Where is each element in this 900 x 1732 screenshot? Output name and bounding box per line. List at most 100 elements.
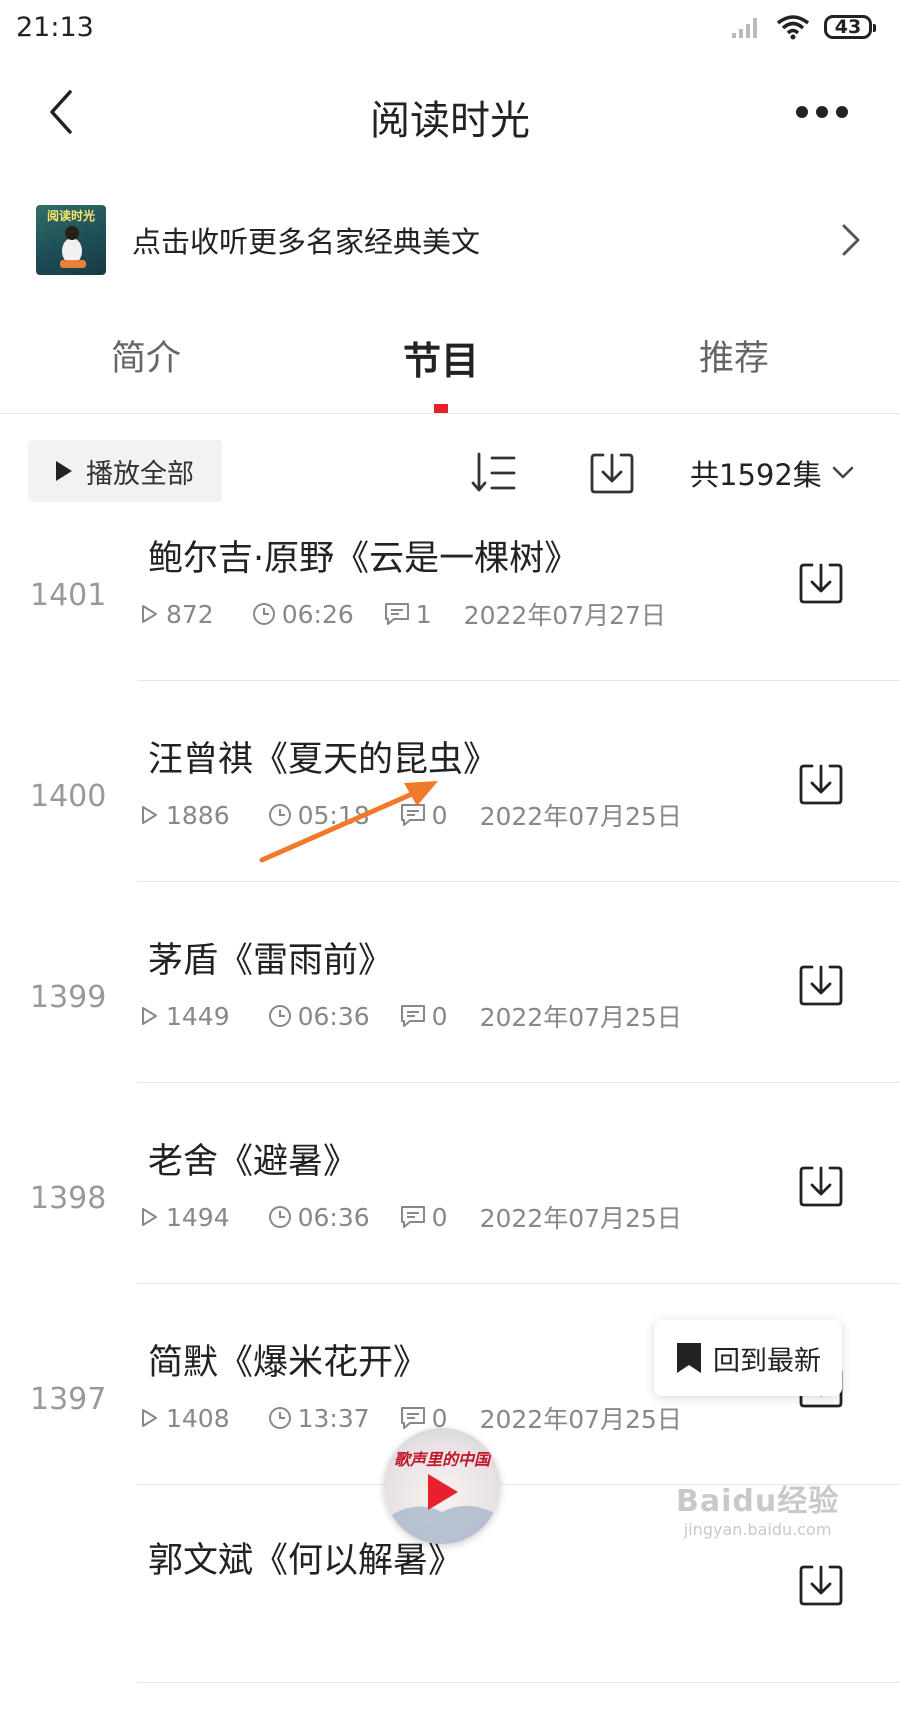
status-time: 21:13 xyxy=(16,12,94,43)
status-icons: 43 xyxy=(730,14,876,40)
tab-divider xyxy=(0,413,900,414)
download-icon[interactable] xyxy=(797,560,845,606)
comment-count: 0 xyxy=(400,801,448,830)
episode-row[interactable]: 1398 老舍《避暑》 1494 06:36 0 2022年07月25日 xyxy=(0,1133,900,1333)
banner-text: 点击收听更多名家经典美文 xyxy=(132,225,481,259)
play-count: 872 xyxy=(138,600,214,629)
publish-date: 2022年07月27日 xyxy=(463,601,666,630)
duration: 06:36 xyxy=(268,1203,370,1232)
more-classics-banner[interactable]: 阅读时光 点击收听更多名家经典美文 xyxy=(36,205,866,275)
play-count-icon xyxy=(142,1208,157,1226)
watermark-main: Baidu经验 xyxy=(676,1484,840,1519)
comment-icon xyxy=(400,804,425,826)
episode-title: 茅盾《雷雨前》 xyxy=(148,941,394,981)
more-options-icon[interactable] xyxy=(796,106,848,118)
play-count-value: 1408 xyxy=(166,1403,230,1433)
play-all-label: 播放全部 xyxy=(86,458,194,490)
episode-number: 1401 xyxy=(30,578,107,613)
episode-meta: 872 06:26 1 2022年07月27日 xyxy=(138,596,666,632)
row-divider xyxy=(137,1082,900,1083)
comment-count-value: 0 xyxy=(431,1202,448,1232)
play-count-icon xyxy=(142,1409,157,1427)
tab-intro[interactable]: 简介 xyxy=(111,330,181,381)
download-icon[interactable] xyxy=(797,761,845,807)
episode-title: 汪曾祺《夏天的昆虫》 xyxy=(148,740,499,780)
download-icon[interactable] xyxy=(797,1562,845,1608)
episode-count: 共1592集 xyxy=(690,458,822,492)
row-divider xyxy=(137,680,900,681)
play-count: 1886 xyxy=(138,801,230,830)
play-count-icon xyxy=(142,605,157,623)
comment-count: 1 xyxy=(384,600,432,629)
watermark-sub: jingyan.baidu.com xyxy=(683,1520,832,1539)
comment-icon xyxy=(400,1005,425,1027)
episode-title: 鲍尔吉·原野《云是一棵树》 xyxy=(148,539,580,579)
play-count: 1449 xyxy=(138,1002,230,1031)
play-count-value: 1886 xyxy=(166,800,230,830)
chevron-right-icon xyxy=(842,224,860,256)
duration: 06:26 xyxy=(252,600,354,629)
download-icon[interactable] xyxy=(797,962,845,1008)
cover-girl-illustration xyxy=(60,226,86,268)
duration-value: 06:36 xyxy=(297,1202,370,1232)
episode-meta: 1886 05:18 0 2022年07月25日 xyxy=(138,797,682,833)
play-count-icon xyxy=(142,1007,157,1025)
download-icon[interactable] xyxy=(797,1163,845,1209)
episode-number: 1400 xyxy=(30,779,107,814)
comment-icon xyxy=(400,1206,425,1228)
mini-player[interactable]: 歌声里的中国 xyxy=(384,1428,500,1544)
episode-row[interactable]: 1399 茅盾《雷雨前》 1449 06:36 0 2022年07月25日 xyxy=(0,932,900,1132)
duration-value: 06:26 xyxy=(281,599,354,629)
sort-order-icon[interactable] xyxy=(470,450,518,496)
play-count-value: 1449 xyxy=(166,1001,230,1031)
tab-recommend[interactable]: 推荐 xyxy=(699,330,769,381)
publish-date: 2022年07月25日 xyxy=(479,1003,682,1032)
comment-count: 0 xyxy=(400,1203,448,1232)
comment-count: 0 xyxy=(400,1002,448,1031)
clock-icon xyxy=(252,603,275,625)
clock-icon xyxy=(268,1407,291,1429)
chevron-down-icon xyxy=(832,466,854,479)
comment-icon xyxy=(400,1407,425,1429)
duration-value: 13:37 xyxy=(297,1403,370,1433)
episode-row[interactable]: 1401 鲍尔吉·原野《云是一棵树》 872 06:26 1 2022年07月2… xyxy=(0,530,900,730)
episode-row[interactable]: 1400 汪曾祺《夏天的昆虫》 1886 05:18 0 2022年07月25日 xyxy=(0,731,900,931)
duration: 05:18 xyxy=(268,801,370,830)
clock-icon xyxy=(268,804,291,826)
battery-indicator: 43 xyxy=(824,15,876,39)
episode-meta: 1494 06:36 0 2022年07月25日 xyxy=(138,1199,682,1235)
episode-count-selector[interactable]: 共1592集 xyxy=(690,452,854,494)
play-count-icon xyxy=(142,806,157,824)
page-title: 阅读时光 xyxy=(370,98,530,144)
episode-row[interactable]: 郭文斌《何以解暑》 xyxy=(0,1532,900,1732)
publish-date: 2022年07月25日 xyxy=(479,1405,682,1434)
play-count: 1408 xyxy=(138,1404,230,1433)
comment-count-value: 0 xyxy=(431,800,448,830)
episode-title: 老舍《避暑》 xyxy=(148,1142,359,1182)
wifi-icon xyxy=(776,15,810,40)
comment-count-value: 1 xyxy=(415,599,432,629)
row-divider xyxy=(137,881,900,882)
episode-number: 1399 xyxy=(30,980,107,1015)
play-count-value: 1494 xyxy=(166,1202,230,1232)
mini-player-play-icon xyxy=(428,1474,458,1510)
baidu-watermark: Baidu经验 jingyan.baidu.com xyxy=(676,1476,839,1539)
duration: 06:36 xyxy=(268,1002,370,1031)
row-divider xyxy=(137,1283,900,1284)
play-all-button[interactable]: 播放全部 xyxy=(28,440,222,502)
batch-download-icon[interactable] xyxy=(588,450,636,496)
play-count: 1494 xyxy=(138,1203,230,1232)
episode-number: 1398 xyxy=(30,1181,107,1216)
duration-value: 06:36 xyxy=(297,1001,370,1031)
row-divider xyxy=(137,1682,900,1683)
back-to-latest-button[interactable]: 回到最新 xyxy=(654,1320,842,1396)
episode-meta: 1449 06:36 0 2022年07月25日 xyxy=(138,998,682,1034)
signal-icon xyxy=(732,18,757,38)
comment-icon xyxy=(384,603,409,625)
album-cover: 阅读时光 xyxy=(36,205,106,275)
bookmark-icon xyxy=(677,1343,701,1373)
tab-episodes[interactable]: 节目 xyxy=(403,330,479,385)
duration: 13:37 xyxy=(268,1404,370,1433)
publish-date: 2022年07月25日 xyxy=(479,802,682,831)
play-count-value: 872 xyxy=(166,599,214,629)
